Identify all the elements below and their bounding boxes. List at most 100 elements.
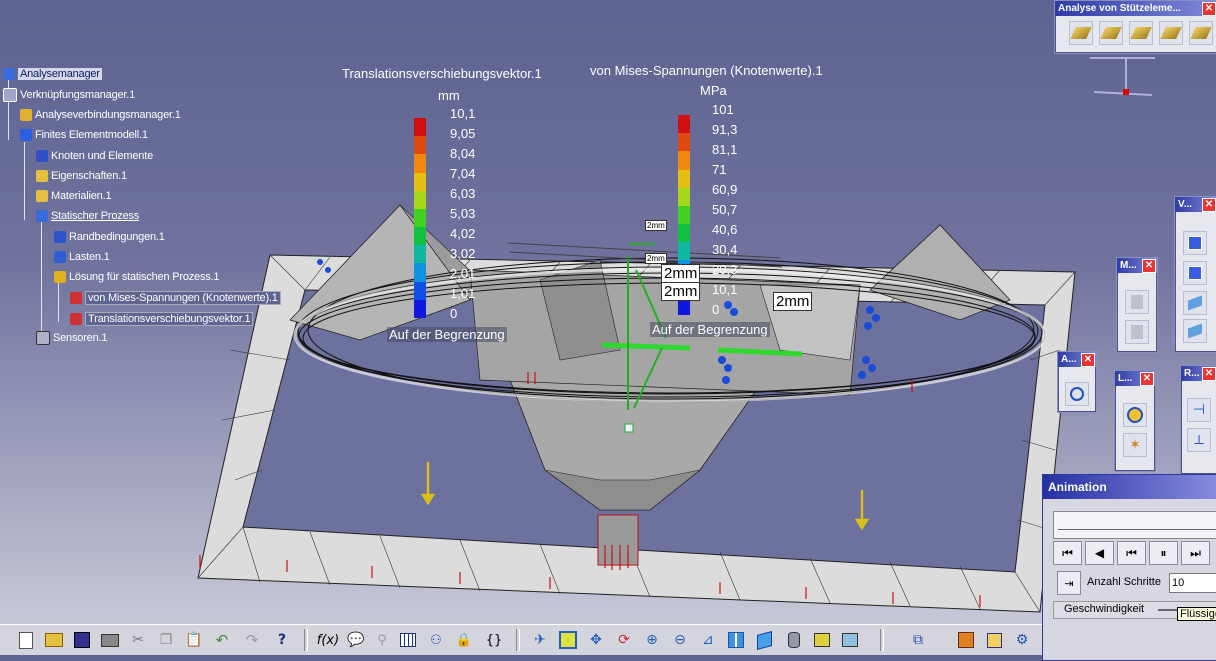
formula-button[interactable]: f(x) (316, 629, 340, 651)
swap-space-button[interactable] (838, 629, 862, 651)
support-button-2[interactable] (1099, 21, 1123, 45)
close-icon[interactable]: ✕ (1140, 372, 1154, 386)
steps-icon-button[interactable]: ⇥ (1057, 571, 1081, 595)
rotate-button[interactable]: ⟳ (612, 629, 636, 651)
tree-toggle-button[interactable]: ⧉ (906, 629, 930, 651)
cube-icon (986, 632, 1002, 648)
pause-button[interactable]: ⏸ (1149, 541, 1178, 565)
first-frame-button[interactable]: ⏮ (1053, 541, 1082, 565)
color-bar-segment (414, 118, 426, 137)
tree-item-analysis-connection-manager[interactable]: Analyseverbindungsmanager.1 (20, 107, 181, 123)
normal-view-button[interactable]: ⊿ (696, 629, 720, 651)
tree-item-boundary-conditions[interactable]: Randbedingungen.1 (54, 229, 165, 245)
cube-button[interactable] (982, 629, 1006, 651)
tree-item-label: Analysemanager (18, 68, 102, 80)
new-document-icon (19, 631, 33, 649)
tree-item-static-solution[interactable]: Lösung für statischen Prozess.1 (54, 269, 220, 285)
tree-item-sensors[interactable]: Sensoren.1 (36, 330, 107, 346)
table-button[interactable] (396, 629, 420, 651)
analysis-search-button[interactable] (1065, 382, 1089, 406)
print-button[interactable] (98, 629, 122, 651)
zoom-out-button[interactable]: ⊖ (668, 629, 692, 651)
new-button[interactable] (14, 629, 38, 651)
support-button-3[interactable] (1129, 21, 1153, 45)
close-icon[interactable]: ✕ (1081, 353, 1095, 367)
dimension-label-small[interactable]: 2mm (645, 253, 667, 264)
steps-input[interactable] (1169, 573, 1216, 593)
dimension-label-small[interactable]: 2mm (645, 220, 667, 231)
cut-button[interactable]: ✂ (126, 629, 150, 651)
view-button-3[interactable] (1183, 291, 1207, 315)
pan-button[interactable]: ✥ (584, 629, 608, 651)
stress-legend-footer: Auf der Begrenzung (650, 322, 770, 337)
dimension-label[interactable]: 2mm (661, 282, 701, 301)
tree-item-translation-displacement[interactable]: Translationsverschiebungsvektor.1 (70, 311, 254, 327)
tree-item-link-manager[interactable]: Verknüpfungsmanager.1 (3, 87, 135, 103)
clamp-support-button[interactable] (1069, 21, 1093, 45)
tree-item-properties[interactable]: Eigenschaften.1 (36, 168, 127, 184)
copy-button[interactable]: ❐ (154, 629, 178, 651)
mesh-button-1[interactable] (1125, 290, 1149, 314)
animation-slider-track[interactable] (1053, 511, 1216, 539)
redo-button[interactable]: ↷ (240, 629, 264, 651)
close-icon[interactable]: ✕ (1142, 259, 1156, 273)
toolbar-title: A... ✕ (1058, 352, 1096, 367)
tree-item-static-process[interactable]: Statischer Prozess (36, 208, 139, 224)
dimension-label[interactable]: 2mm (773, 292, 813, 311)
restraint-button-2[interactable]: ⟂ (1187, 428, 1211, 452)
tree-item-label: Knoten und Elemente (51, 150, 153, 162)
target-icon (1127, 407, 1143, 423)
loads-button-2[interactable]: ✶ (1123, 433, 1147, 457)
lock-button[interactable]: 🔒 (452, 629, 476, 651)
light-bulb-icon: ⚲ (377, 632, 387, 648)
tree-item-finite-element-model[interactable]: Finites Elementmodell.1 (20, 127, 148, 143)
paste-button[interactable]: 📋 (182, 629, 206, 651)
comment-button[interactable]: 💬 (344, 629, 368, 651)
open-button[interactable] (42, 629, 66, 651)
hide-show-icon (814, 633, 830, 647)
tree-item-analysemanager[interactable]: Analysemanager (3, 66, 102, 82)
tree-item-loads[interactable]: Lasten.1 (54, 249, 110, 265)
catalog-button[interactable] (954, 629, 978, 651)
close-icon[interactable]: ✕ (1202, 2, 1216, 16)
help-button[interactable]: ? (270, 629, 294, 651)
zoom-in-button[interactable]: ⊕ (640, 629, 664, 651)
tree-item-label: Randbedingungen.1 (69, 231, 165, 243)
fit-all-button[interactable] (556, 629, 580, 651)
multi-view-button[interactable] (724, 629, 748, 651)
fly-mode-button[interactable]: ✈ (528, 629, 552, 651)
iso-view-button[interactable] (752, 629, 776, 651)
settings-icon: ⚙ (1015, 632, 1029, 648)
options-button[interactable]: ⚙ (1010, 629, 1034, 651)
view-button-2[interactable] (1183, 261, 1207, 285)
loads-button-1[interactable] (1123, 403, 1147, 427)
legend-value: 0 (450, 306, 458, 321)
mesh-button-2[interactable] (1125, 320, 1149, 344)
hide-show-button[interactable] (810, 629, 834, 651)
tree-item-nodes-elements[interactable]: Knoten und Elemente (36, 148, 153, 164)
tree-item-label: Translationsverschiebungsvektor.1 (85, 312, 254, 326)
view-button-1[interactable] (1183, 231, 1207, 255)
restraint-button-1[interactable]: ⊣ (1187, 398, 1211, 422)
nodes-elements-icon (36, 150, 48, 162)
knowledge-button[interactable]: ⚲ (370, 629, 394, 651)
support-button-5[interactable] (1189, 21, 1213, 45)
legend-value: 7,04 (450, 166, 476, 181)
view-button-4[interactable] (1183, 319, 1207, 343)
legend-value: 60,9 (712, 182, 738, 197)
undo-button[interactable]: ↶ (210, 629, 234, 651)
dimension-label[interactable]: 2mm (661, 264, 701, 283)
play-backward-button[interactable]: ◀ (1085, 541, 1114, 565)
close-icon[interactable]: ✕ (1202, 367, 1216, 381)
displacement-color-bar (414, 118, 426, 319)
step-forward-button[interactable]: ⏭ (1181, 541, 1210, 565)
support-button-4[interactable] (1159, 21, 1183, 45)
save-button[interactable] (70, 629, 94, 651)
tree-item-materials[interactable]: Materialien.1 (36, 188, 112, 204)
step-back-button[interactable]: ⏮ (1117, 541, 1146, 565)
tree-item-von-mises-stress[interactable]: von Mises-Spannungen (Knotenwerte).1 (70, 290, 281, 306)
close-icon[interactable]: ✕ (1202, 198, 1216, 212)
shading-button[interactable] (782, 629, 806, 651)
parameter-button[interactable]: {} (482, 629, 506, 651)
hierarchy-button[interactable]: ⚇ (424, 629, 448, 651)
